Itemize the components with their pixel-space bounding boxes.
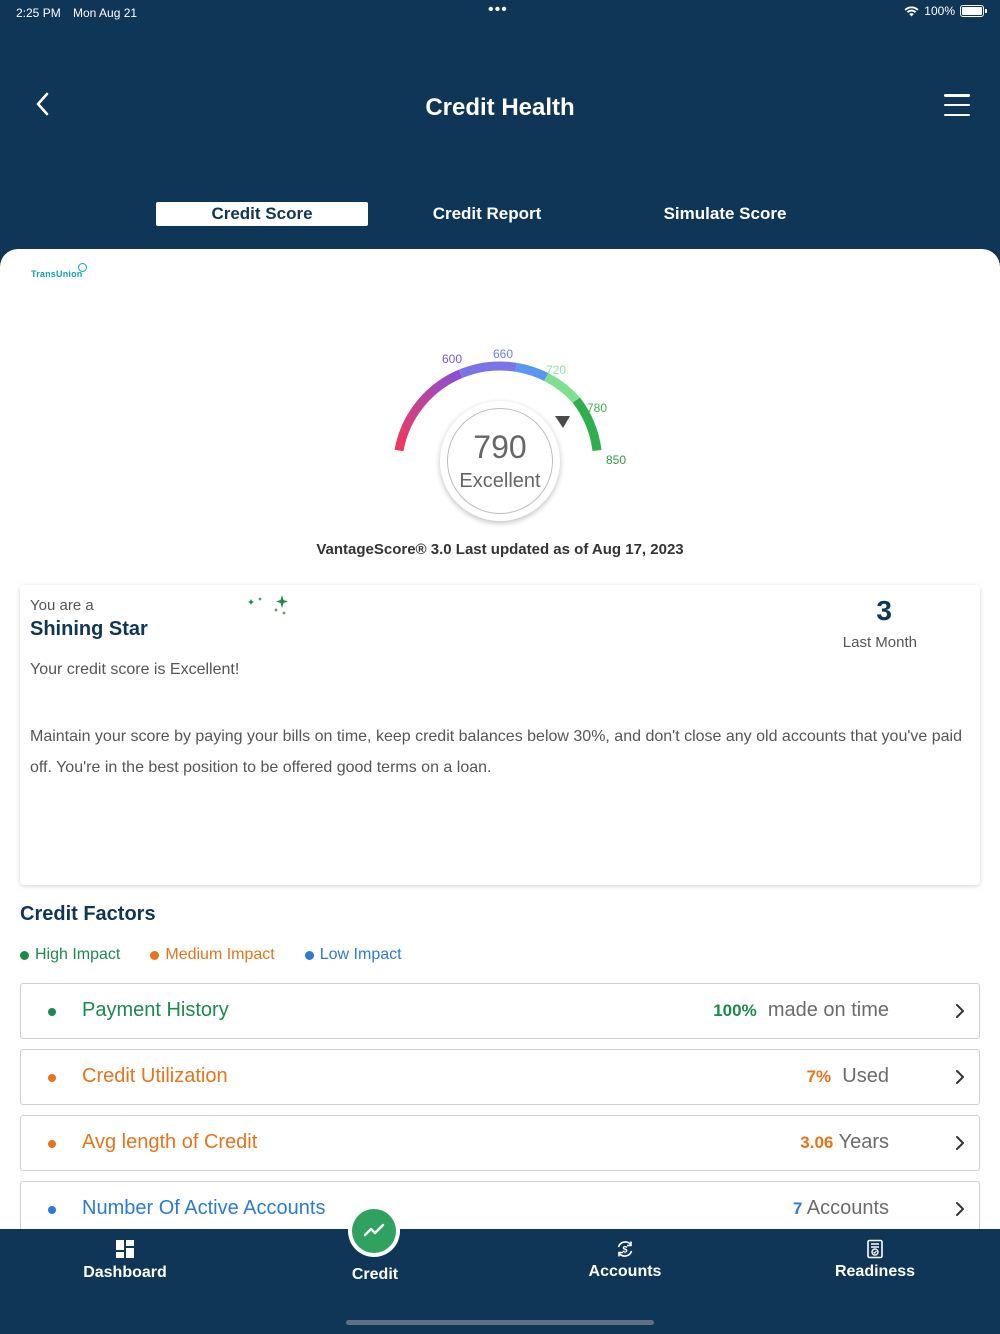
factor-name: Credit Utilization bbox=[82, 1065, 228, 1087]
trend-icon bbox=[363, 1223, 385, 1237]
factor-value-number: 7 bbox=[792, 1199, 803, 1218]
impact-dot bbox=[48, 1008, 56, 1016]
credit-score-rating: Excellent bbox=[459, 470, 541, 492]
hamburger-icon-line bbox=[944, 113, 970, 116]
impact-dot bbox=[48, 1074, 56, 1082]
legend-label: High Impact bbox=[35, 946, 121, 963]
legend-medium-impact: Medium Impact bbox=[150, 946, 275, 964]
legend-low-impact: Low Impact bbox=[304, 946, 402, 964]
status-bar: 2:25 PM Mon Aug 21 ••• 100% bbox=[0, 0, 1000, 28]
factor-name: Number Of Active Accounts bbox=[82, 1197, 326, 1219]
summary-title: Shining Star bbox=[30, 618, 148, 640]
impact-legend: High Impact Medium Impact Low Impact bbox=[20, 946, 402, 964]
factor-value-suffix: made on time bbox=[767, 999, 889, 1021]
transunion-logo: TransUnion bbox=[31, 263, 87, 279]
impact-dot bbox=[48, 1206, 56, 1214]
last-month-label: Last Month bbox=[842, 634, 917, 651]
credit-score-value: 790 bbox=[473, 429, 527, 465]
tab-simulate-score[interactable]: Simulate Score bbox=[630, 202, 820, 226]
multitask-dots-icon[interactable]: ••• bbox=[488, 2, 508, 18]
score-circle-inner: 790 Excellent bbox=[447, 408, 553, 514]
summary-prefix: You are a bbox=[30, 597, 94, 614]
factor-value-suffix: Used bbox=[842, 1065, 889, 1087]
nav-label: Dashboard bbox=[83, 1264, 167, 1281]
chevron-right-icon bbox=[956, 1004, 964, 1018]
gauge-tick-label: 780 bbox=[587, 401, 607, 415]
battery-icon bbox=[960, 5, 987, 17]
menu-button[interactable] bbox=[944, 92, 970, 118]
factor-value-suffix: Accounts bbox=[806, 1197, 889, 1219]
chevron-right-icon bbox=[956, 1070, 964, 1084]
gauge-tick-label: 850 bbox=[606, 453, 626, 467]
gauge-tick-label: 720 bbox=[546, 363, 566, 377]
status-time: 2:25 PM bbox=[16, 6, 61, 20]
nav-label: Readiness bbox=[834, 1263, 916, 1280]
nav-label: Credit bbox=[351, 1266, 399, 1283]
factor-number-of-active-accounts[interactable]: Number Of Active Accounts 7 Accounts bbox=[20, 1181, 980, 1229]
sparkle-icon bbox=[248, 595, 288, 615]
score-circle: 790 Excellent bbox=[440, 401, 560, 521]
last-month-change: 3 bbox=[876, 595, 892, 626]
factor-payment-history[interactable]: Payment History 100% made on time bbox=[20, 983, 980, 1039]
factor-value-number: 3.06 bbox=[800, 1133, 834, 1152]
gauge-tick-label: 660 bbox=[493, 347, 513, 361]
tab-credit-report[interactable]: Credit Report bbox=[397, 202, 577, 226]
factor-value-number: 100% bbox=[713, 1001, 757, 1020]
readiness-icon bbox=[867, 1239, 883, 1259]
factor-value-number: 7% bbox=[806, 1067, 832, 1086]
bottom-nav: Dashboard Credit $ Accounts Readiness bbox=[0, 1205, 1000, 1334]
credit-fab[interactable] bbox=[348, 1205, 400, 1257]
legend-dot bbox=[150, 950, 160, 960]
chevron-right-icon bbox=[956, 1202, 964, 1216]
tab-credit-score[interactable]: Credit Score bbox=[156, 202, 368, 226]
legend-label: Low Impact bbox=[319, 946, 402, 963]
hamburger-icon-line bbox=[944, 103, 970, 107]
logo-mark bbox=[78, 263, 87, 272]
legend-dot bbox=[304, 950, 314, 960]
accounts-icon: $ bbox=[617, 1241, 633, 1257]
status-right: 100% bbox=[904, 4, 987, 18]
impact-dot bbox=[48, 1140, 56, 1148]
dashboard-icon bbox=[116, 1240, 134, 1258]
wifi-icon bbox=[904, 6, 919, 17]
legend-dot bbox=[20, 950, 29, 960]
content-panel: TransUnion 600 660 720 780 850 790 Excel… bbox=[0, 249, 1000, 1229]
nav-label: Accounts bbox=[588, 1263, 662, 1280]
summary-headline: Your credit score is Excellent! bbox=[30, 661, 240, 678]
bureau-name: TransUnion bbox=[31, 269, 83, 279]
gauge-segment-very-good bbox=[544, 372, 580, 404]
home-indicator[interactable] bbox=[346, 1320, 654, 1325]
vantage-score-info: VantageScore® 3.0 Last updated as of Aug… bbox=[316, 541, 684, 558]
factor-value-suffix: Years bbox=[838, 1131, 889, 1153]
factor-value: 3.06 Years bbox=[800, 1131, 889, 1154]
factor-value: 7% Used bbox=[807, 1065, 889, 1088]
hamburger-icon-line bbox=[944, 94, 970, 97]
page-title: Credit Health bbox=[425, 94, 575, 121]
summary-description: Maintain your score by paying your bills… bbox=[30, 728, 962, 776]
legend-label: Medium Impact bbox=[165, 946, 275, 963]
factor-value: 100% made on time bbox=[713, 999, 889, 1022]
credit-factors-title: Credit Factors bbox=[20, 903, 156, 925]
status-date: Mon Aug 21 bbox=[73, 6, 138, 20]
gauge-pointer-icon bbox=[555, 416, 570, 428]
factor-credit-utilization[interactable]: Credit Utilization 7% Used bbox=[20, 1049, 980, 1105]
tab-bar: Credit Score Credit Report Simulate Scor… bbox=[0, 202, 1000, 226]
chevron-right-icon bbox=[956, 1136, 964, 1150]
gauge-segment-good bbox=[515, 362, 549, 382]
factor-value: 7 Accounts bbox=[793, 1197, 889, 1220]
factor-name: Payment History bbox=[82, 999, 229, 1021]
credit-fab-inner bbox=[352, 1209, 396, 1253]
svg-text:$: $ bbox=[622, 1245, 627, 1255]
factor-avg-length-of-credit[interactable]: Avg length of Credit 3.06 Years bbox=[20, 1115, 980, 1171]
legend-high-impact: High Impact bbox=[20, 946, 120, 964]
factor-name: Avg length of Credit bbox=[82, 1131, 258, 1153]
score-summary-card: You are a Shining Star 3 Last Month Your… bbox=[20, 585, 980, 885]
gauge-tick-label: 600 bbox=[442, 352, 462, 366]
battery-percent: 100% bbox=[924, 4, 955, 18]
gauge-segment-fair bbox=[458, 361, 517, 379]
